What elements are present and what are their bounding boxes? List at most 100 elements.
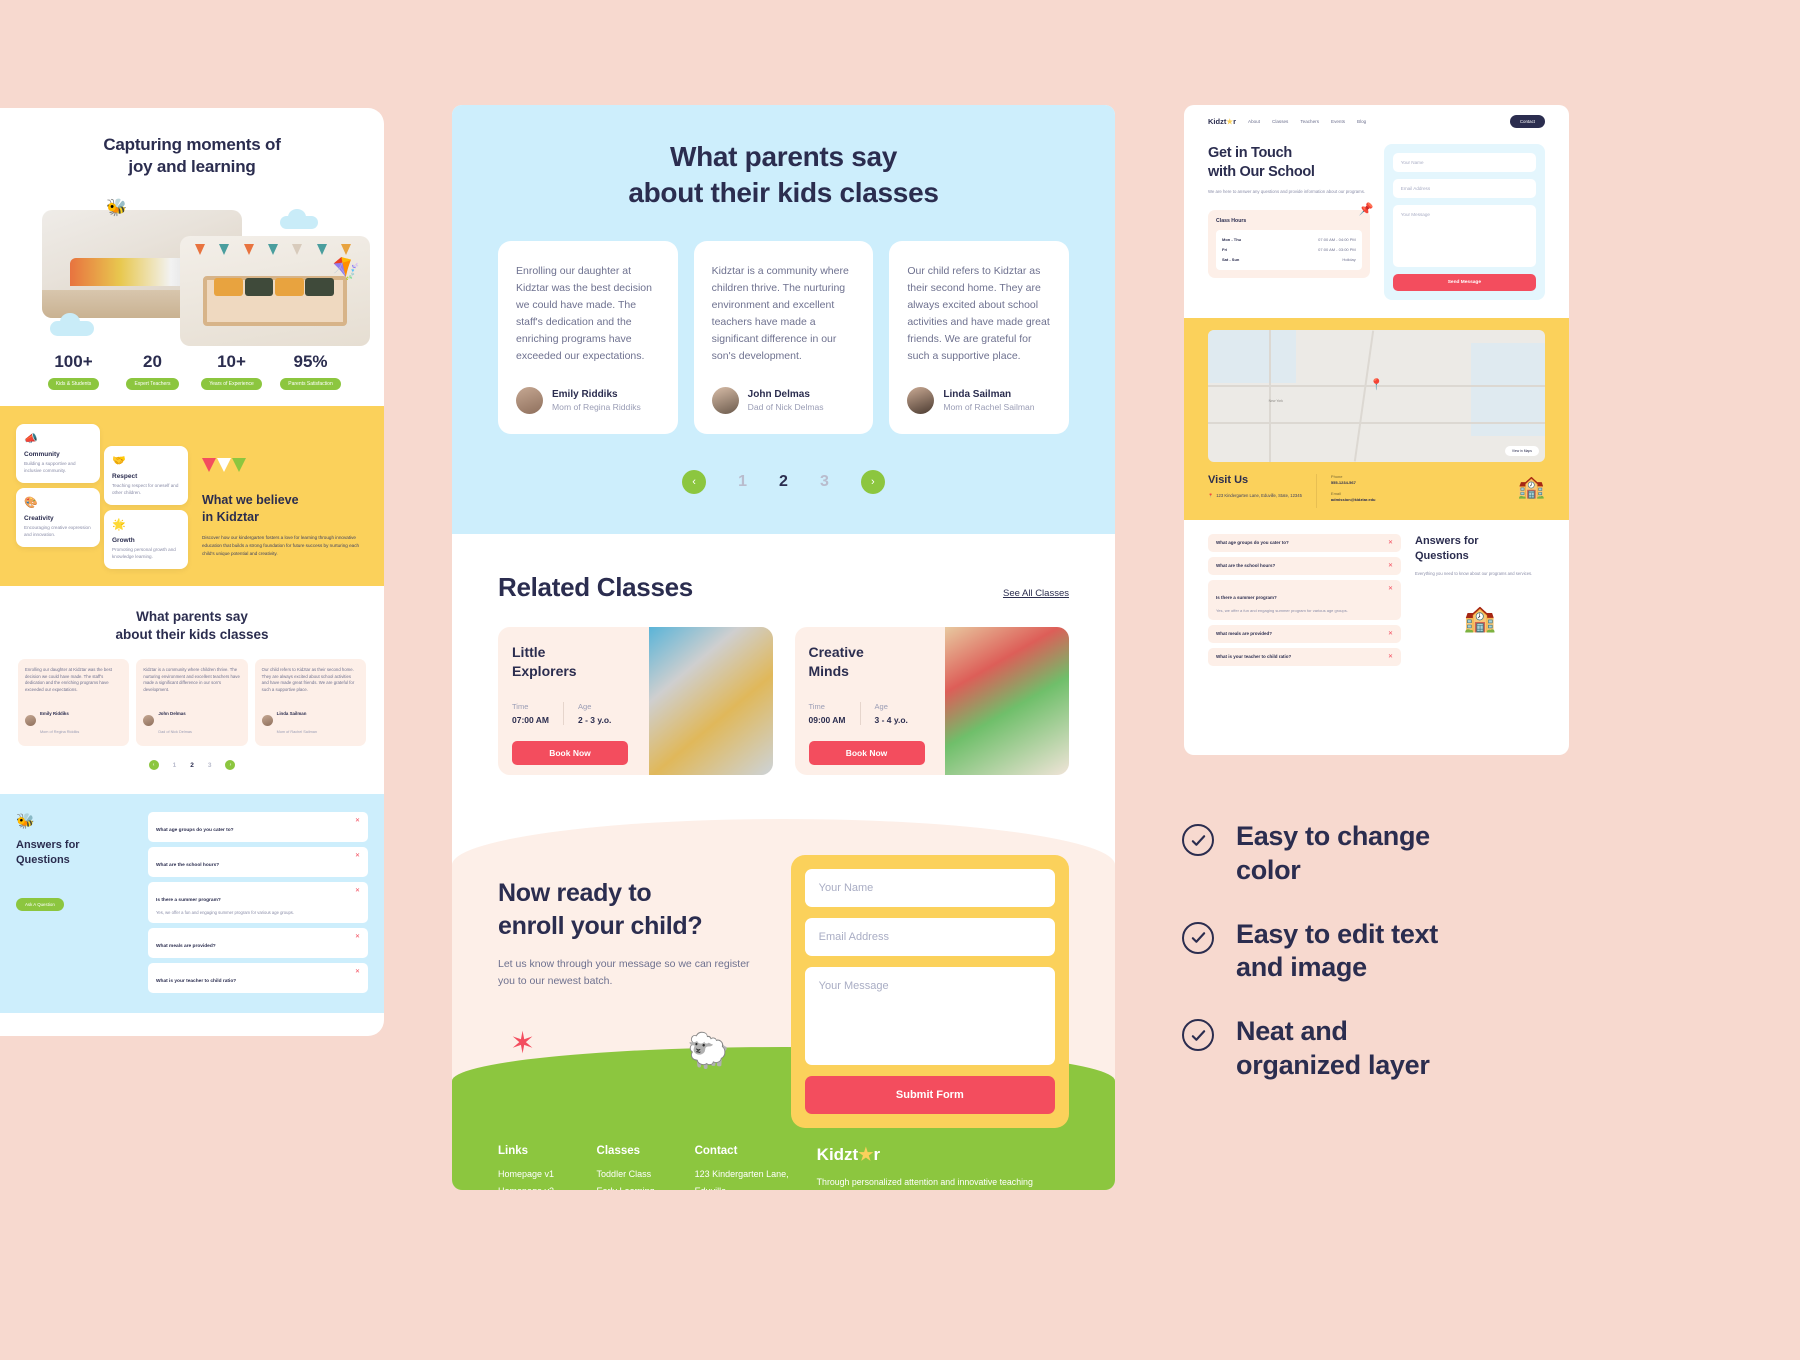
footer-address-line1: 123 Kindergarten Lane, [694,1169,789,1180]
kite-icon: 🪁 [332,256,360,282]
pagination: ‹ 1 2 3 › [498,470,1069,495]
close-icon[interactable]: ✕ [1388,586,1393,592]
author-name: Linda Sailman [943,389,1012,401]
page-3[interactable]: 3 [820,473,829,491]
class-title: Creative Minds [808,644,864,679]
location-pin-icon: 📍 [1208,493,1214,498]
nav-item-teachers[interactable]: Teachers [1300,119,1319,124]
close-icon[interactable]: ✕ [1388,631,1393,637]
close-icon[interactable]: ✕ [355,934,360,940]
testimonial-cards: Enrolling our daughter at Kidztar was th… [498,240,1070,435]
belief-card-respect[interactable]: 🤝 Respect Teaching respect for oneself a… [104,446,188,505]
related-classes-section: Related Classes See All Classes Little E… [452,534,1115,776]
close-icon[interactable]: ✕ [355,888,360,894]
faq-item[interactable]: What are the school hours? ✕ [1208,557,1401,575]
faq-item[interactable]: What age groups do you cater to? ✕ [148,812,368,843]
close-icon[interactable]: ✕ [1388,540,1393,546]
avatar [143,714,155,726]
footer-link[interactable]: Toddler Class [597,1169,667,1179]
faq-item[interactable]: What are the school hours? ✕ [148,847,368,878]
page-2[interactable]: 2 [779,473,788,491]
belief-desc: Encouraging creative expression and inno… [24,525,91,538]
class-card-little-explorers[interactable]: Little Explorers Time 07:00 AM Age 2 - 3… [498,627,773,776]
book-now-button[interactable]: Book Now [808,740,925,765]
class-card-creative-minds[interactable]: Creative Minds Time 09:00 AM Age 3 - 4 y… [794,627,1069,776]
map[interactable]: 📍 New York View in Maps [1208,330,1545,462]
footer-link[interactable]: Early Learning [597,1186,667,1190]
faq-item[interactable]: What meals are provided? ✕ [148,927,368,958]
footer-column-title: Links [498,1145,529,1158]
email-input[interactable]: Email Address [804,918,1055,957]
panel-detail-preview: What parents say about their kids classe… [452,105,1115,1190]
believe-section: 📣 Community Building a supportive and in… [0,406,384,587]
class-cards: Little Explorers Time 07:00 AM Age 2 - 3… [498,627,1069,776]
prev-button[interactable]: ‹ [148,760,159,771]
faq-item[interactable]: What is your teacher to child ratio? ✕ [1208,648,1401,667]
prev-button[interactable]: ‹ [682,470,707,495]
send-message-button[interactable]: Send Message [1392,274,1536,291]
email-input[interactable]: Email Address [1392,179,1536,198]
belief-title: Growth [112,537,135,545]
footer-link[interactable]: Homepage v1 [498,1169,569,1179]
believe-body: Discover how our kindergarten fosters a … [202,534,360,556]
hours-row: Mon - Thu 07:00 AM - 04:00 PM [1222,237,1356,243]
feature-item: Neat and organized layer [1182,1015,1632,1083]
class-photo [648,627,773,776]
enroll-form: Your Name Email Address Your Message Sub… [790,855,1069,1129]
contact-button[interactable]: Contact [1509,115,1545,128]
page-2[interactable]: 2 [190,762,194,769]
faq-item-expanded[interactable]: Is there a summer program? Yes, we offer… [148,882,368,923]
footer-column-title: Classes [596,1145,641,1158]
page-1[interactable]: 1 [738,473,747,491]
close-icon[interactable]: ✕ [355,853,360,859]
next-button[interactable]: › [225,760,236,771]
faq-question: What is your teacher to child ratio? [156,978,237,984]
map-city-label: New York [1268,398,1283,403]
testimonial-author: John Delmas Dad of Nick Delmas [711,387,856,415]
faq-item[interactable]: What meals are provided? ✕ [1208,625,1401,644]
close-icon[interactable]: ✕ [355,818,360,824]
testimonials-title: What parents say about their kids classe… [115,609,269,643]
nav-item-about[interactable]: About [1248,119,1260,124]
testimonial-cards: Enrolling our daughter at Kidztar was th… [18,658,366,747]
visit-address: 📍 123 Kindergarten Lane, Eduville, State… [1208,493,1302,498]
ask-question-button[interactable]: Ask A Question [16,897,64,911]
stat-number: 100+ [54,352,93,372]
message-input[interactable]: Your Message [804,967,1055,1066]
submit-form-button[interactable]: Submit Form [804,1076,1055,1115]
nav-item-events[interactable]: Events [1331,119,1345,124]
nav-item-classes[interactable]: Classes [1272,119,1288,124]
name-input[interactable]: Your Name [1392,153,1536,172]
footer-address-line2: Eduville [695,1186,789,1190]
avatar [261,714,273,726]
hours-row: Fri 07:00 AM - 03:00 PM [1222,247,1356,253]
nav-item-blog[interactable]: Blog [1357,119,1366,124]
faq-item-expanded[interactable]: Is there a summer program? Yes, we offer… [1208,580,1401,621]
believe-text: What we believe in Kidztar Discover how … [202,424,368,564]
page-1[interactable]: 1 [173,762,177,769]
name-input[interactable]: Your Name [804,869,1055,908]
belief-card-growth[interactable]: 🌟 Growth Promoting personal growth and k… [104,510,188,569]
belief-card-community[interactable]: 📣 Community Building a supportive and in… [16,424,100,483]
faq-question: What are the school hours? [1216,563,1276,568]
page-3[interactable]: 3 [208,762,212,769]
faq-item[interactable]: What is your teacher to child ratio? ✕ [148,962,368,993]
book-now-button[interactable]: Book Now [512,740,628,765]
panel-contact-preview: Kidzt★r About Classes Teachers Events Bl… [1184,105,1569,755]
enroll-content: Now ready to enroll your child? Let us k… [452,819,1115,1129]
message-input[interactable]: Your Message [1392,205,1536,267]
close-icon[interactable]: ✕ [1388,563,1393,569]
faq-item[interactable]: What age groups do you cater to? ✕ [1208,534,1401,552]
faq-answer: Yes, we offer a fun and engaging summer … [1216,608,1348,613]
belief-card-creativity[interactable]: 🎨 Creativity Encouraging creative expres… [16,488,100,547]
next-button[interactable]: › [860,470,885,495]
testimonial-card: Kidztar is a community where children th… [693,240,874,435]
brand-logo[interactable]: Kidzt★r [1208,117,1236,126]
footer-link[interactable]: Homepage v2 [498,1186,569,1190]
avatar [907,387,935,415]
enroll-body: Let us know through your message so we c… [498,958,750,988]
see-all-classes-link[interactable]: See All Classes [1003,588,1069,603]
close-icon[interactable]: ✕ [355,969,360,975]
close-icon[interactable]: ✕ [1388,654,1393,660]
view-in-maps-button[interactable]: View in Maps [1504,446,1539,456]
